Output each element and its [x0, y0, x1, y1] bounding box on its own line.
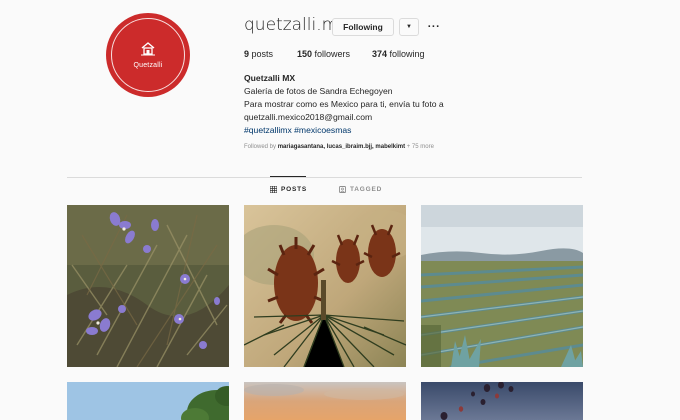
- avatar-circle: Quetzalli: [106, 13, 190, 97]
- sunset-photo: [244, 382, 406, 420]
- followed-by-users: mariagasantana, lucas_ibraim.bjj, mabelk…: [277, 144, 406, 150]
- tab-posts-label: POSTS: [281, 186, 308, 193]
- tab-tagged[interactable]: TAGGED: [339, 186, 382, 193]
- post-thumbnail-sunset[interactable]: [244, 382, 406, 420]
- more-options-button[interactable]: ···: [426, 18, 442, 36]
- bio-hashtags[interactable]: #quetzallimx #mexicoesmas: [244, 124, 444, 137]
- followed-by-more: + 75 more: [406, 144, 434, 150]
- tab-tagged-label: TAGGED: [350, 186, 383, 193]
- post-thumbnail-trees[interactable]: [67, 382, 229, 420]
- agave-field-photo: [421, 205, 583, 367]
- suggestions-dropdown-button[interactable]: ▼: [399, 18, 419, 36]
- pine-cones-photo: [244, 205, 406, 367]
- followers-label: followers: [314, 49, 351, 59]
- post-thumbnail-pine-cones[interactable]: [244, 205, 406, 367]
- avatar-text: Quetzalli: [133, 62, 163, 69]
- wildflowers-photo: [67, 205, 229, 367]
- profile-full-name: Quetzalli MX: [244, 73, 296, 83]
- bio-line-2: Para mostrar como es Mexico para ti, env…: [244, 99, 444, 109]
- tab-posts[interactable]: POSTS: [270, 186, 307, 193]
- bio-line-3: quetzalli.mexico2018@gmail.com: [244, 112, 373, 122]
- following-count: 374: [372, 49, 388, 59]
- trees-photo: [67, 382, 229, 420]
- tabs-divider: [67, 177, 582, 178]
- followed-by-prefix: Followed by: [244, 144, 277, 150]
- following-button[interactable]: Following: [332, 18, 394, 36]
- active-tab-indicator: [270, 176, 306, 177]
- followers-count: 150: [297, 49, 313, 59]
- posts-stat: 9 posts: [244, 49, 273, 59]
- following-label: following: [389, 49, 425, 59]
- posts-label: posts: [251, 49, 274, 59]
- chevron-down-icon: ▼: [406, 24, 412, 30]
- post-thumbnail-wildflowers[interactable]: [67, 205, 229, 367]
- followers-stat[interactable]: 150 followers: [297, 49, 350, 59]
- followed-by[interactable]: Followed by mariagasantana, lucas_ibraim…: [244, 144, 434, 150]
- tag-portrait-icon: [339, 186, 346, 193]
- bio-line-1: Galería de fotos de Sandra Echegoyen: [244, 86, 393, 96]
- post-thumbnail-agave-field[interactable]: [421, 205, 583, 367]
- post-thumbnail-balloons[interactable]: [421, 382, 583, 420]
- balloons-photo: [421, 382, 583, 420]
- posts-count: 9: [244, 49, 250, 59]
- following-stat[interactable]: 374 following: [372, 49, 425, 59]
- profile-bio: Quetzalli MX Galería de fotos de Sandra …: [244, 72, 444, 137]
- grid-icon: [270, 186, 277, 193]
- quetzalli-logo-icon: [141, 42, 155, 56]
- profile-avatar[interactable]: Quetzalli: [106, 13, 190, 97]
